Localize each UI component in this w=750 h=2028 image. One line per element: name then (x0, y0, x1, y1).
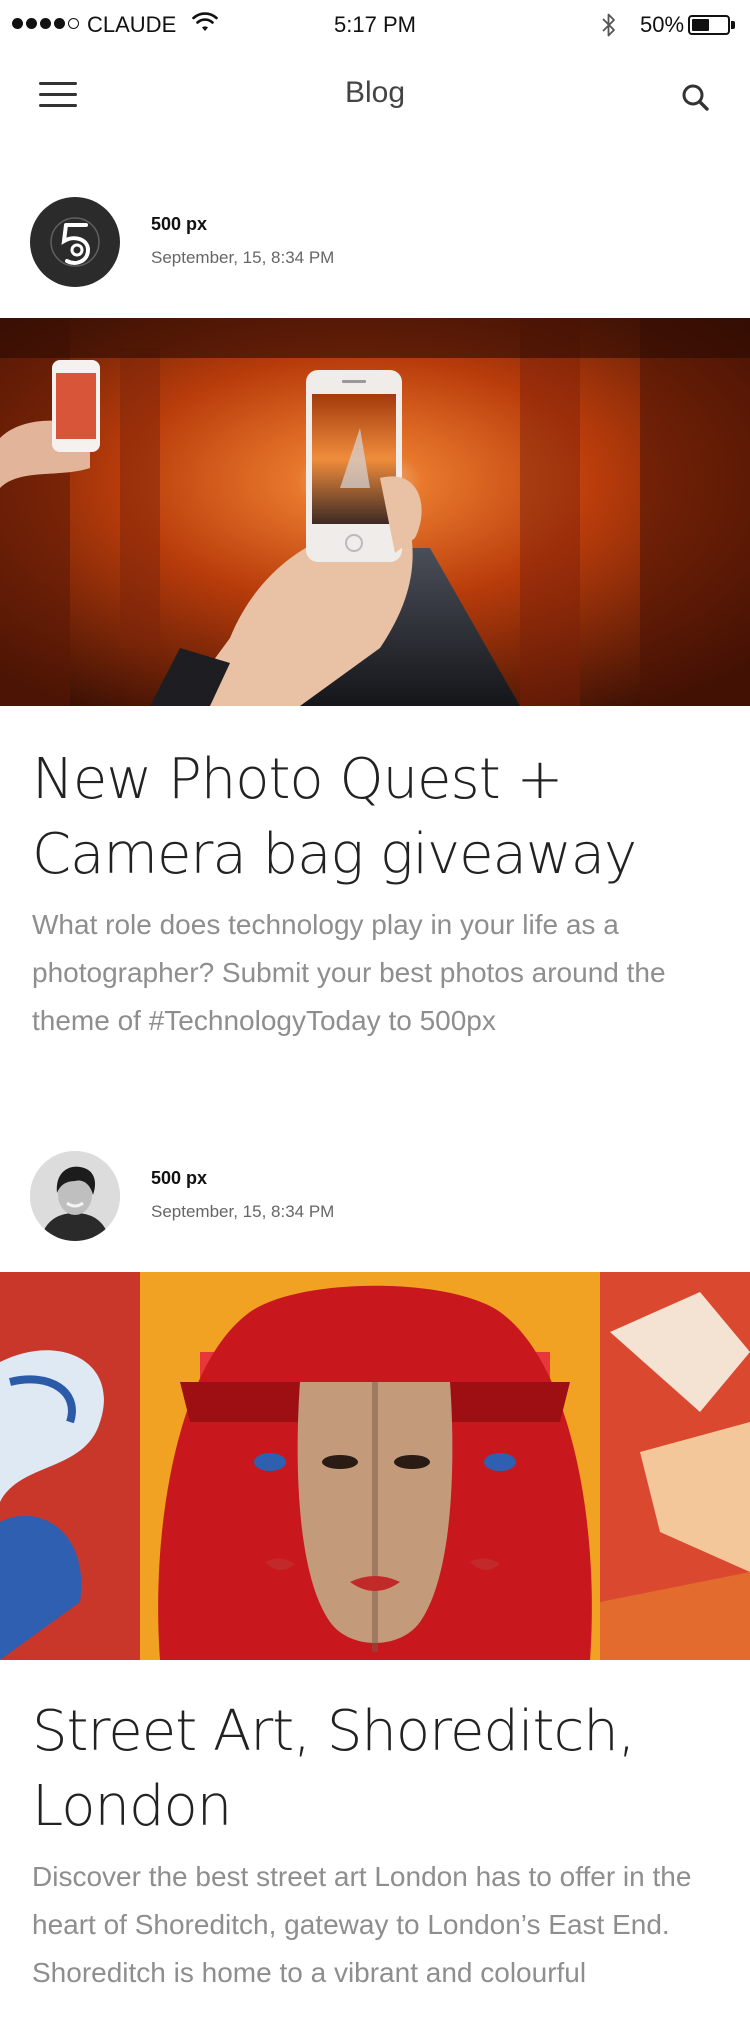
phone-photo-illustration (0, 318, 750, 706)
post-image[interactable] (0, 1272, 750, 1660)
post-card[interactable]: 500 px September, 15, 8:34 PM (0, 180, 750, 1279)
user-avatar[interactable] (30, 1151, 120, 1241)
avatar-portrait (30, 1151, 120, 1241)
post-card[interactable]: 500 px September, 15, 8:34 PM (0, 1134, 750, 2028)
post-excerpt: Discover the best street art London has … (32, 1861, 692, 1988)
post-date: September, 15, 8:34 PM (151, 1202, 335, 1221)
status-time: 5:17 PM (334, 12, 416, 37)
hamburger-menu-icon[interactable] (36, 80, 80, 112)
status-bar: CLAUDE 5:17 PM 50% (0, 0, 750, 50)
post-title[interactable]: Street Art, Shoreditch, London (32, 1694, 722, 1844)
post-author[interactable]: 500 px (151, 1168, 207, 1189)
street-art-illustration (0, 1272, 750, 1660)
post-excerpt: What role does technology play in your l… (32, 909, 666, 1036)
bluetooth-icon (602, 13, 615, 37)
battery-fill (692, 19, 709, 31)
post-date: September, 15, 8:34 PM (151, 248, 335, 267)
post-title[interactable]: New Photo Quest + Camera bag giveaway (32, 742, 722, 892)
post-image[interactable] (0, 318, 750, 706)
blog-page: CLAUDE 5:17 PM 50% Blog 500 px September… (0, 0, 750, 2028)
500px-logo-mark (50, 217, 100, 267)
battery-icon (688, 15, 730, 35)
battery-percentage: 50% (640, 12, 685, 37)
post-author[interactable]: 500 px (151, 214, 207, 235)
500px-logo-icon[interactable] (30, 197, 120, 287)
search-icon[interactable] (678, 80, 714, 116)
battery-tip (731, 21, 735, 29)
page-title: Blog (344, 76, 406, 109)
nav-bar: Blog (0, 58, 750, 134)
